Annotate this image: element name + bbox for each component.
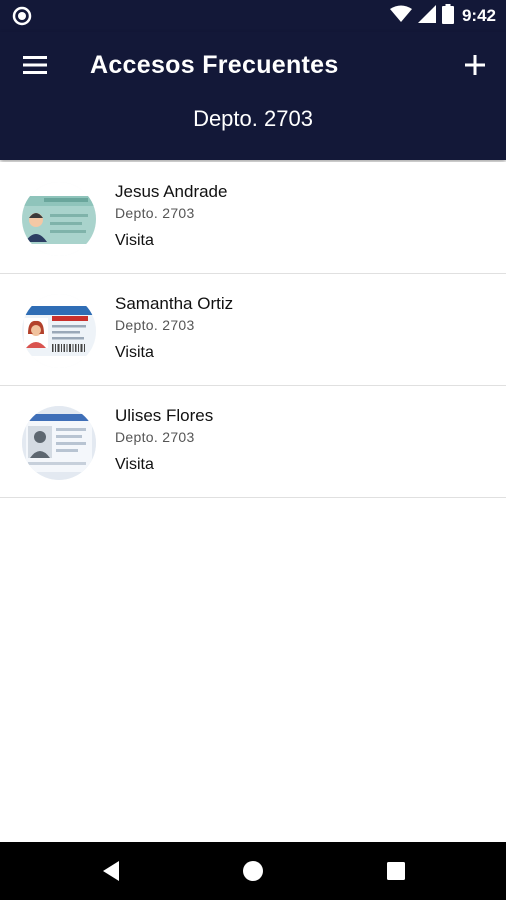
notification-circle-icon — [12, 6, 32, 26]
item-dept: Depto. 2703 — [115, 205, 195, 221]
battery-icon — [441, 3, 454, 29]
id-card-placeholder-icon — [22, 406, 96, 480]
item-type: Visita — [115, 344, 154, 361]
item-name: Samantha Ortiz — [115, 294, 234, 313]
item-name: Jesus Andrade — [115, 182, 228, 201]
status-time: 9:42 — [461, 6, 496, 25]
navigation-bar — [0, 842, 506, 900]
list-item[interactable]: Jesus Andrade Depto. 2703 Visita — [0, 162, 506, 274]
item-dept: Depto. 2703 — [115, 317, 195, 333]
page-title: Accesos Frecuentes — [90, 51, 339, 79]
status-icons: 9:42 — [389, 3, 496, 29]
recents-square-icon[interactable] — [381, 856, 411, 886]
item-type: Visita — [115, 232, 154, 249]
page-subtitle: Depto. 2703 — [193, 106, 313, 131]
access-list: Jesus Andrade Depto. 2703 Visita Samanth… — [0, 162, 506, 498]
item-type: Visita — [115, 456, 154, 473]
item-dept: Depto. 2703 — [115, 429, 195, 445]
list-item[interactable]: Samantha Ortiz Depto. 2703 Visita — [0, 274, 506, 386]
status-bar: 9:42 — [0, 0, 506, 32]
app-bar: Accesos Frecuentes Depto. 2703 — [0, 32, 506, 160]
item-name: Ulises Flores — [115, 406, 214, 425]
home-circle-icon[interactable] — [238, 856, 268, 886]
driver-license-male-icon — [22, 182, 96, 256]
plus-icon[interactable] — [458, 48, 492, 82]
wifi-icon — [389, 5, 412, 28]
list-item[interactable]: Ulises Flores Depto. 2703 Visita — [0, 386, 506, 498]
hamburger-menu-icon[interactable] — [18, 48, 52, 82]
back-triangle-icon[interactable] — [96, 856, 126, 886]
driver-license-female-icon — [22, 294, 96, 368]
signal-icon — [417, 4, 436, 28]
